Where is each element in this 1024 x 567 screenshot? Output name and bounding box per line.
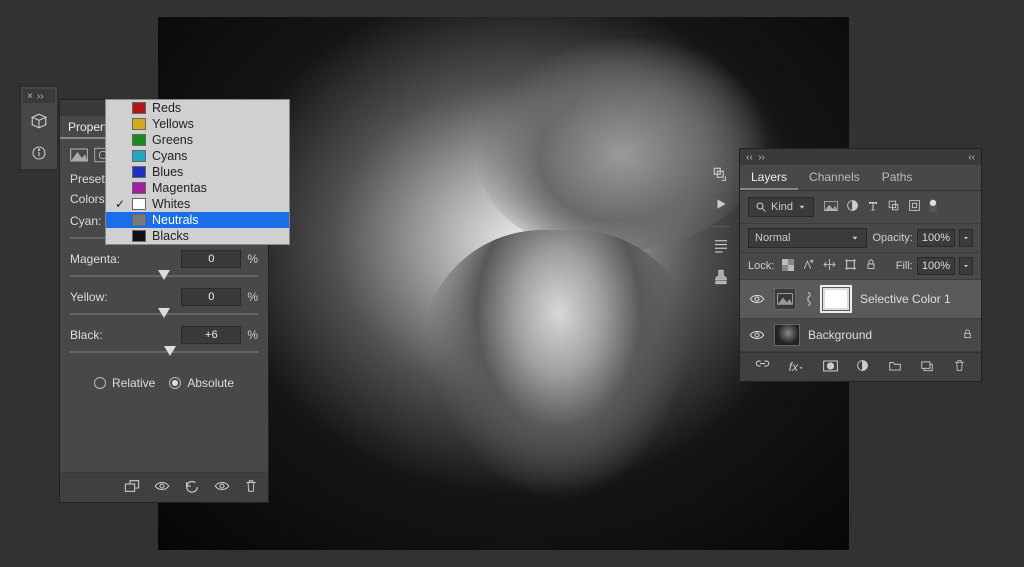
colors-option[interactable]: Blues [106,164,289,180]
delete-layer-icon[interactable] [953,359,966,375]
left-tool-strip: ×›› [20,86,58,170]
lock-artboard-icon[interactable] [844,258,857,274]
lock-image-icon[interactable] [802,258,815,274]
new-group-icon[interactable] [888,360,902,375]
filter-adjust-icon[interactable] [846,199,859,215]
link-layers-icon[interactable] [755,360,770,375]
layers-tab[interactable]: Channels [798,165,871,190]
colors-option[interactable]: Reds [106,100,289,116]
stamp-icon[interactable] [712,268,730,291]
colors-option[interactable]: Magentas [106,180,289,196]
layer-row[interactable]: Selective Color 1 [740,280,981,319]
layers-tab[interactable]: Paths [871,165,924,190]
lock-transparent-icon[interactable] [782,259,794,274]
filter-smart-icon[interactable] [908,199,921,215]
absolute-radio[interactable]: Absolute [169,376,234,390]
clip-to-layer-icon[interactable] [124,479,140,496]
slider-track[interactable] [70,308,258,320]
adjustment-thumb-icon [774,288,796,310]
layers-footer: fx [740,352,981,381]
opacity-value[interactable]: 100% [917,229,955,247]
lock-label: Lock: [748,260,774,272]
history-panel-icon[interactable] [712,166,730,189]
adjustment-icon [70,147,88,166]
layer-name[interactable]: Background [808,328,954,342]
layers-panel: ‹‹ ››‹‹ LayersChannelsPaths Kind Normal … [739,148,982,382]
filter-kind-select[interactable]: Kind [748,197,814,217]
opacity-label: Opacity: [873,232,913,244]
opacity-caret[interactable] [959,229,973,247]
layer-thumb[interactable] [774,324,800,346]
delete-icon[interactable] [244,479,258,496]
fill-caret[interactable] [959,257,973,275]
preset-label: Preset [70,172,105,186]
slider-value[interactable] [181,326,241,344]
colors-option[interactable]: ✓Whites [106,196,289,212]
fill-label: Fill: [896,260,913,272]
filter-pixel-icon[interactable] [824,200,838,215]
layer-mask-thumb[interactable] [823,288,849,310]
lock-all-icon[interactable] [865,258,877,274]
relative-radio[interactable]: Relative [94,376,155,390]
colors-option[interactable]: Cyans [106,148,289,164]
properties-footer [60,472,268,502]
view-previous-icon[interactable] [154,479,170,496]
layer-mask-link-icon[interactable] [804,292,812,306]
presets-panel-icon[interactable] [712,237,730,260]
tool-strip-header[interactable]: ×›› [23,89,55,103]
colors-label: Colors [70,192,105,206]
new-adjustment-icon[interactable] [856,359,869,375]
colors-option[interactable]: Greens [106,132,289,148]
layers-tab[interactable]: Layers [740,165,798,190]
layer-name[interactable]: Selective Color 1 [860,292,973,306]
slider-value[interactable] [181,250,241,268]
filter-shape-icon[interactable] [887,199,900,215]
add-mask-icon[interactable] [823,360,838,375]
lock-icon [962,328,973,343]
slider-track[interactable] [70,346,258,358]
filter-toggle-icon[interactable] [929,199,937,216]
slider-label: Yellow: [70,290,108,304]
colors-option[interactable]: Yellows [106,116,289,132]
blend-mode-select[interactable]: Normal [748,228,867,248]
slider-label: Cyan: [70,214,101,228]
new-layer-icon[interactable] [920,360,934,375]
layer-effects-icon[interactable]: fx [789,360,804,374]
slider-track[interactable] [70,270,258,282]
filter-type-icon[interactable] [867,200,879,215]
right-tool-strip [704,166,738,291]
colors-option[interactable]: Neutrals [106,212,289,228]
visibility-toggle-icon[interactable] [748,329,766,341]
reset-icon[interactable] [184,479,200,496]
visibility-icon[interactable] [214,479,230,496]
slider-label: Magenta: [70,252,120,266]
colors-dropdown[interactable]: RedsYellowsGreensCyansBluesMagentas✓Whit… [105,99,290,245]
3d-panel-icon[interactable] [24,107,54,135]
actions-panel-icon[interactable] [714,197,728,216]
lock-position-icon[interactable] [823,258,836,274]
layer-row[interactable]: Background [740,319,981,352]
fill-value[interactable]: 100% [917,257,955,275]
slider-label: Black: [70,328,103,342]
info-panel-icon[interactable] [24,139,54,167]
slider-value[interactable] [181,288,241,306]
layers-panel-header[interactable]: ‹‹ ››‹‹ [740,149,981,165]
colors-option[interactable]: Blacks [106,228,289,244]
visibility-toggle-icon[interactable] [748,293,766,305]
